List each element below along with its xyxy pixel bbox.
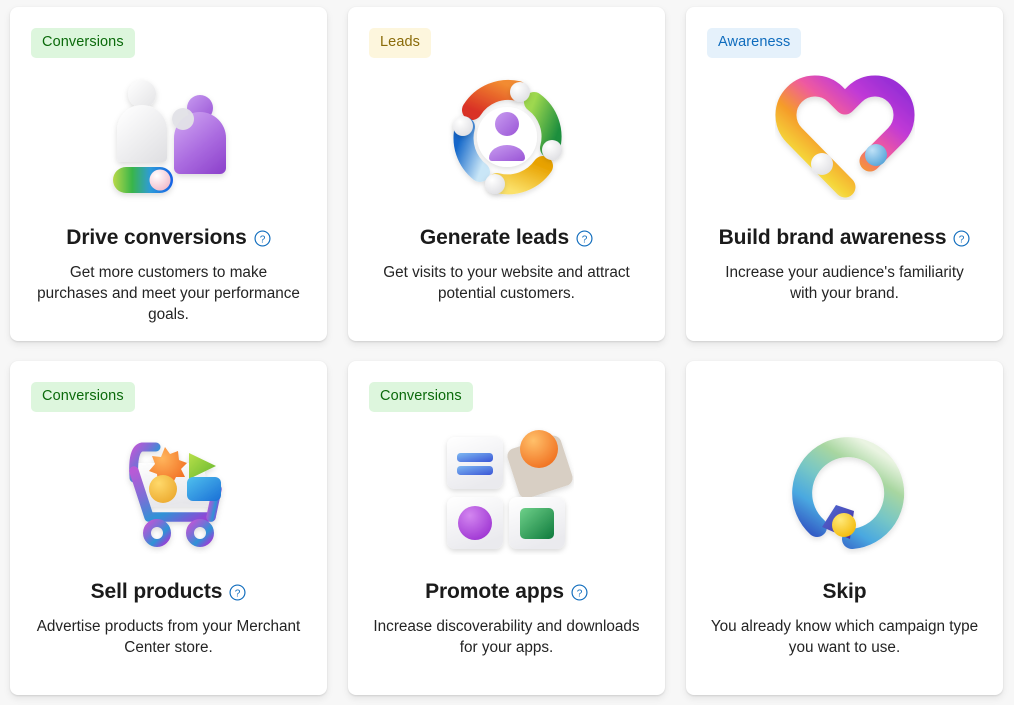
two-people-toggle-icon (112, 80, 226, 193)
svg-text:?: ? (235, 588, 241, 599)
help-icon[interactable]: ? (576, 229, 593, 247)
app-tiles-icon (447, 430, 573, 549)
help-icon[interactable]: ? (571, 583, 588, 601)
help-icon[interactable]: ? (953, 229, 970, 247)
campaign-goal-card-build-brand-awareness[interactable]: Awareness Build brand awareness ? Increa… (686, 7, 1003, 341)
campaign-goal-card-drive-conversions[interactable]: Conversions Drive conversions ? Get more… (10, 7, 327, 341)
card-illustration (686, 416, 1003, 566)
status-badge: Conversions (31, 28, 135, 58)
help-icon[interactable]: ? (229, 583, 246, 601)
status-badge: Awareness (707, 28, 802, 58)
card-title-row: Drive conversions ? (52, 226, 284, 250)
card-title: Skip (822, 580, 867, 603)
status-badge (707, 382, 729, 397)
circular-arrow-skip-icon (791, 437, 904, 549)
card-illustration (348, 62, 665, 212)
status-badge: Conversions (369, 382, 473, 412)
badge-row: Conversions (10, 361, 327, 416)
badge-row: Conversions (348, 361, 665, 416)
shopping-cart-icon (129, 442, 222, 547)
card-description: Increase discoverability and downloads f… (373, 618, 640, 657)
badge-row: Leads (348, 7, 665, 62)
card-title: Drive conversions (66, 226, 247, 249)
status-badge: Conversions (31, 382, 135, 412)
svg-text:?: ? (577, 588, 583, 599)
gradient-heart-icon (775, 75, 914, 197)
card-description: Get visits to your website and attract p… (383, 264, 630, 303)
campaign-goal-card-promote-apps[interactable]: Conversions Promote apps ? Increase disc… (348, 361, 665, 695)
badge-row: Conversions (10, 7, 327, 62)
badge-row: Awareness (686, 7, 1003, 62)
campaign-goal-card-skip[interactable]: Skip ? You already know which campaign t… (686, 361, 1003, 695)
badge-row (686, 361, 1003, 416)
svg-text:?: ? (259, 234, 265, 245)
card-title-row: Build brand awareness ? (705, 226, 985, 250)
campaign-goal-card-grid: Conversions Drive conversions ? Get more… (0, 0, 1014, 705)
card-title-row: Promote apps ? (411, 580, 602, 604)
campaign-goal-card-sell-products[interactable]: Conversions Sell products ? Advertise pr… (10, 361, 327, 695)
card-title-row: Skip ? (809, 580, 881, 604)
card-title-row: Generate leads ? (406, 226, 607, 250)
card-description: Increase your audience's familiarity wit… (725, 264, 964, 303)
card-illustration (686, 62, 1003, 212)
campaign-goal-card-generate-leads[interactable]: Leads Generate leads ? Get visits to you… (348, 7, 665, 341)
card-description: You already know which campaign type you… (710, 618, 979, 657)
card-title: Build brand awareness (718, 226, 947, 249)
help-icon[interactable]: ? (254, 229, 271, 247)
svg-text:?: ? (959, 234, 965, 245)
card-illustration (10, 416, 327, 566)
card-title: Generate leads (419, 226, 570, 249)
card-title-row: Sell products ? (77, 580, 261, 604)
people-ring-icon (452, 79, 562, 195)
card-description: Get more customers to make purchases and… (37, 264, 300, 324)
svg-text:?: ? (582, 234, 588, 245)
status-badge: Leads (369, 28, 432, 58)
card-illustration (348, 416, 665, 566)
card-illustration (10, 62, 327, 212)
card-title: Sell products (90, 580, 223, 603)
card-description: Advertise products from your Merchant Ce… (36, 618, 301, 657)
card-title: Promote apps (425, 580, 564, 603)
